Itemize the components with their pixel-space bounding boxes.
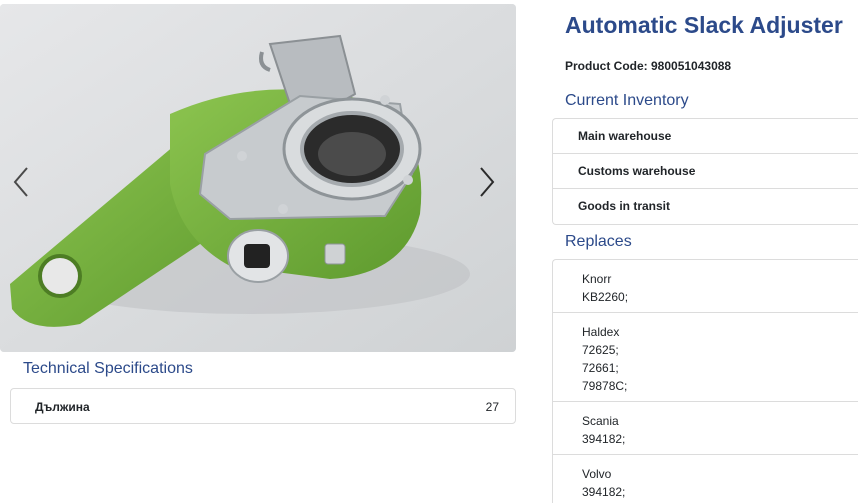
replace-code: KB2260; (582, 290, 629, 304)
replace-brand: Scania (582, 414, 619, 428)
inventory-item-goods-in-transit[interactable]: Goods in transit (553, 189, 858, 224)
replace-code: 79878C; (582, 379, 628, 393)
replace-group-volvo: Volvo 394182; (553, 455, 858, 503)
gallery-next-button[interactable] (472, 160, 502, 204)
replace-group-haldex: Haldex 72625; 72661; 79878C; (553, 313, 858, 402)
replace-brand: Haldex (582, 325, 620, 339)
spec-value: 27 (485, 400, 499, 414)
inventory-item-main-warehouse[interactable]: Main warehouse (553, 119, 858, 154)
product-code: Product Code: 980051043088 (565, 59, 732, 73)
technical-specifications-heading: Technical Specifications (23, 360, 193, 377)
replace-group-scania: Scania 394182; (553, 402, 858, 455)
replace-code: 394182; (582, 485, 626, 499)
replaces-list: Knorr KB2260; Haldex 72625; 72661; 79878… (552, 259, 858, 503)
inventory-list: Main warehouse Customs warehouse Goods i… (552, 118, 858, 225)
product-photo (0, 4, 516, 352)
replaces-heading: Replaces (565, 233, 632, 250)
replace-brand: Volvo (582, 467, 612, 481)
replace-code: 72661; (582, 361, 619, 375)
spec-name: Дължина (35, 400, 90, 414)
chevron-right-icon (480, 167, 495, 197)
specifications-table: Дължина 27 (10, 388, 516, 424)
product-title: Automatic Slack Adjuster (565, 12, 843, 38)
replace-code: 394182; (582, 432, 626, 446)
product-image-gallery (0, 4, 516, 352)
replace-brand: Knorr (582, 272, 612, 286)
replace-group-knorr: Knorr KB2260; (553, 260, 858, 313)
gallery-prev-button[interactable] (6, 160, 36, 204)
replace-code: 72625; (582, 343, 619, 357)
current-inventory-heading: Current Inventory (565, 92, 689, 109)
inventory-item-customs-warehouse[interactable]: Customs warehouse (553, 154, 858, 189)
chevron-left-icon (13, 167, 28, 197)
